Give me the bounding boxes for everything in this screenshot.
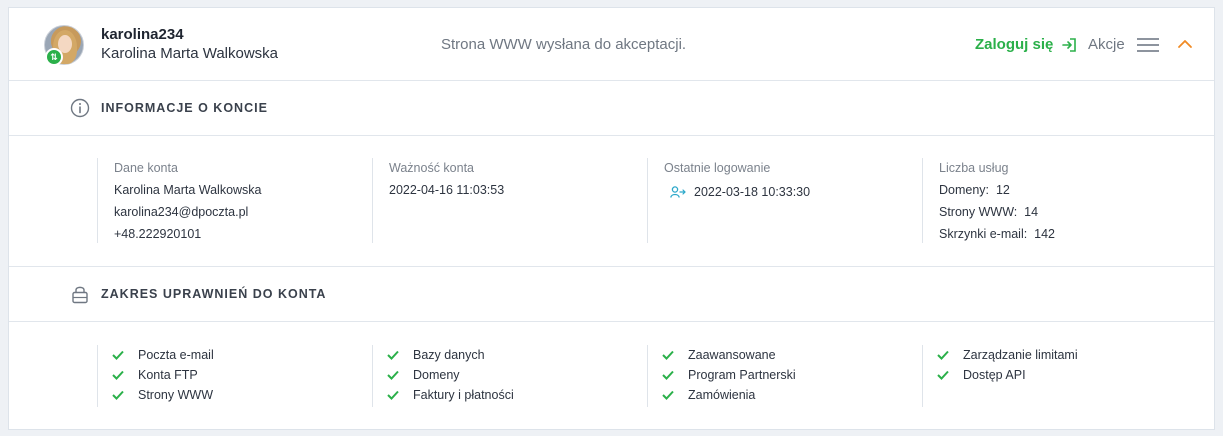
account-status-message: Strona WWW wysłana do akceptacji. — [441, 36, 687, 53]
chevron-up-icon[interactable] — [1177, 38, 1193, 50]
permission-item: Zaawansowane — [662, 345, 922, 365]
validity-date-value: 2022-04-16 11:03:53 — [389, 183, 505, 197]
check-icon — [112, 390, 124, 400]
account-email-value: karolina234@dpoczta.pl — [114, 205, 249, 219]
login-button[interactable]: Zaloguj się — [975, 36, 1077, 53]
last-login-value: 2022-03-18 10:33:30 — [694, 185, 811, 199]
permission-label: Konta FTP — [138, 368, 198, 382]
permission-label: Bazy danych — [413, 348, 485, 362]
permission-label: Domeny — [413, 368, 460, 382]
permission-label: Program Partnerski — [688, 368, 796, 382]
account-card: ⇅ karolina234 Karolina Marta Walkowska S… — [8, 7, 1215, 430]
column-title: Ostatnie logowanie — [664, 161, 771, 175]
last-login-line: 2022-03-18 10:33:30 — [664, 181, 922, 203]
hamburger-icon — [1136, 37, 1159, 52]
info-section-header: INFORMACJE O KONCIE — [9, 81, 1214, 136]
permissions-column: Zaawansowane Program Partnerski Zamówien… — [647, 345, 922, 407]
account-full-name: Karolina Marta Walkowska — [101, 45, 279, 62]
column-title: Liczba usług — [939, 161, 1009, 175]
check-icon — [387, 390, 399, 400]
account-username: karolina234 — [101, 26, 184, 43]
column-title: Dane konta — [114, 161, 178, 175]
info-circle-icon — [70, 98, 90, 118]
account-name-value: Karolina Marta Walkowska — [114, 183, 262, 197]
check-icon — [387, 370, 399, 380]
permission-item: Strony WWW — [112, 385, 372, 405]
permission-item: Zarządzanie limitami — [937, 345, 1192, 365]
column-title: Ważność konta — [389, 161, 474, 175]
check-icon — [112, 350, 124, 360]
permission-label: Zamówienia — [688, 388, 756, 402]
domains-count-value: Domeny: 12 — [939, 183, 1010, 197]
permission-label: Poczta e-mail — [138, 348, 214, 362]
permission-item: Bazy danych — [387, 345, 647, 365]
account-data-column: Dane konta Karolina Marta Walkowska karo… — [97, 158, 372, 243]
permission-label: Strony WWW — [138, 388, 213, 402]
actions-menu-button[interactable]: Akcje — [1088, 36, 1159, 53]
account-validity-column: Ważność konta 2022-04-16 11:03:53 — [372, 158, 647, 243]
account-phone-value: +48.222920101 — [114, 227, 202, 241]
permissions-row: Poczta e-mail Konta FTP Strony WWW Bazy … — [9, 323, 1214, 423]
permissions-section-title: ZAKRES UPRAWNIEŃ DO KONTA — [101, 287, 327, 301]
permission-item: Poczta e-mail — [112, 345, 372, 365]
info-section-title: INFORMACJE O KONCIE — [101, 101, 268, 115]
lock-icon — [72, 286, 88, 304]
last-login-column: Ostatnie logowanie 2022-03-18 10:33:30 — [647, 158, 922, 243]
account-header: ⇅ karolina234 Karolina Marta Walkowska S… — [9, 8, 1214, 81]
mailboxes-count-value: Skrzynki e-mail: 142 — [939, 227, 1056, 241]
permission-item: Zamówienia — [662, 385, 922, 405]
check-icon — [937, 350, 949, 360]
sync-badge-icon: ⇅ — [45, 48, 63, 66]
actions-label: Akcje — [1088, 36, 1125, 53]
permission-label: Faktury i płatności — [413, 388, 514, 402]
permissions-column: Bazy danych Domeny Faktury i płatności — [372, 345, 647, 407]
avatar[interactable]: ⇅ — [44, 25, 84, 66]
check-icon — [112, 370, 124, 380]
check-icon — [662, 350, 674, 360]
user-login-icon — [670, 186, 686, 198]
permissions-column: Poczta e-mail Konta FTP Strony WWW — [97, 345, 372, 407]
permission-item: Domeny — [387, 365, 647, 385]
check-icon — [387, 350, 399, 360]
permission-item: Dostęp API — [937, 365, 1192, 385]
check-icon — [662, 390, 674, 400]
check-icon — [662, 370, 674, 380]
login-arrow-icon — [1062, 37, 1077, 52]
permission-label: Zarządzanie limitami — [963, 348, 1078, 362]
service-count-column: Liczba usług Domeny: 12 Strony WWW: 14 S… — [922, 158, 1192, 243]
permission-label: Dostęp API — [963, 368, 1026, 382]
permission-item: Program Partnerski — [662, 365, 922, 385]
permissions-section-header: ZAKRES UPRAWNIEŃ DO KONTA — [9, 267, 1214, 322]
websites-count-value: Strony WWW: 14 — [939, 205, 1039, 219]
permission-label: Zaawansowane — [688, 348, 776, 362]
login-label: Zaloguj się — [975, 36, 1054, 53]
account-info-row: Dane konta Karolina Marta Walkowska karo… — [9, 137, 1214, 267]
check-icon — [937, 370, 949, 380]
permissions-column: Zarządzanie limitami Dostęp API — [922, 345, 1192, 407]
permission-item: Konta FTP — [112, 365, 372, 385]
permission-item: Faktury i płatności — [387, 385, 647, 405]
